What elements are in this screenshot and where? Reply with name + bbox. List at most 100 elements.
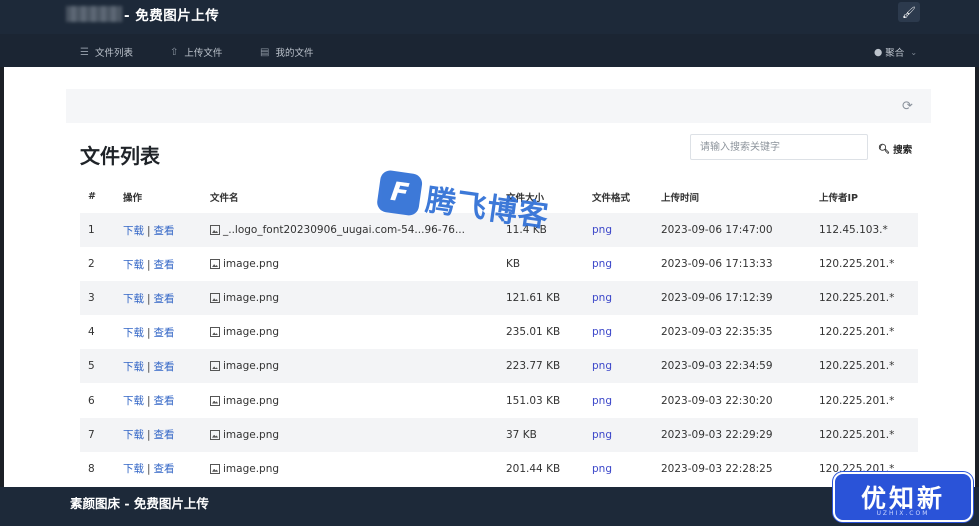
search-button[interactable]: 🔍︎ 搜索 [878,142,913,157]
image-file-icon [210,259,220,270]
action-separator: | [147,463,151,476]
cell-size: 235.01 KB [506,326,561,339]
cell-ip: 112.45.103.* [811,213,918,248]
cell-actions: 下载 | 查看 [115,452,202,486]
site-logo-blurred [66,6,122,22]
image-file-icon [210,429,220,440]
image-file-icon [210,395,220,406]
view-link[interactable]: 查看 [154,327,175,339]
cell-size: 121.61 KB [498,281,584,316]
filename-text: image.png [223,292,280,305]
search-button-label: 搜索 [893,145,913,156]
view-link[interactable]: 查看 [154,293,175,305]
download-link[interactable]: 下载 [123,429,144,441]
cell-actions: 下载 | 查看 [115,417,202,452]
app-title: - 免费图片上传 [124,8,220,24]
image-file-icon [210,463,220,474]
cell-index: 1 [80,213,115,248]
cell-size: 151.03 KB [506,394,561,407]
download-link[interactable]: 下载 [123,293,144,305]
nav-item-label: 上传文件 [184,48,223,59]
footer-text: 素颜图床 - 免费图片上传 [70,496,209,511]
action-separator: | [147,360,151,373]
cell-time: 2023-09-03 22:35:35 [661,326,773,339]
chevron-down-icon: ⌄ [910,47,918,57]
table-row: 3 下载 | 查看 image.png 121.61 KB png 2023-09-06 17… [80,281,918,316]
cell-index: 8 [88,462,95,475]
user-icon: ● [874,46,883,58]
cell-format: png [592,462,612,475]
cell-format: png [592,394,612,407]
card-header [66,89,931,123]
cell-filename: image.png [202,417,498,452]
action-separator: | [147,224,151,237]
cell-filename: image.png [202,247,498,281]
cell-actions: 下载 | 查看 [115,383,202,417]
paintbrush-icon: 🖌 [902,5,916,19]
cell-format: png [584,213,653,248]
filename-text: _..logo_font20230906_uugai.com-54...96-7… [223,224,465,237]
action-separator: | [147,395,151,408]
cell-ip: 120.225.201.* [819,326,895,339]
nav-item-upload[interactable]: ⇧ 上传文件 [170,45,223,60]
cell-size: KB [506,258,521,271]
view-link[interactable]: 查看 [154,225,175,237]
cell-time: 2023-09-03 22:28:25 [661,462,773,475]
badge-sub: UZHIX.COM [876,510,930,517]
cell-filename: image.png [202,452,498,486]
top-bar: - 免费图片上传 🖌 [0,0,979,34]
nav-item-label: 我的文件 [275,48,314,59]
image-file-icon [210,327,220,338]
view-link[interactable]: 查看 [154,463,175,475]
cell-ip: 120.225.201.* [811,281,918,316]
theme-button[interactable]: 🖌 [898,2,920,22]
download-link[interactable]: 下载 [123,361,144,373]
refresh-icon[interactable]: ⟳ [902,99,913,114]
col-header-index: # [88,191,96,202]
watermark-logo: F [375,169,424,217]
cell-index: 3 [80,281,115,316]
download-link[interactable]: 下载 [123,259,144,271]
download-link[interactable]: 下载 [123,327,144,339]
cell-index: 6 [88,394,95,407]
cell-filename: image.png [202,349,498,384]
view-link[interactable]: 查看 [154,395,175,407]
image-file-icon [210,361,220,372]
action-separator: | [147,326,151,339]
cell-format: png [592,326,612,339]
page-title: 文件列表 [80,144,160,168]
search-input[interactable] [690,134,868,160]
cell-actions: 下载 | 查看 [115,349,202,384]
view-link[interactable]: 查看 [154,361,175,373]
col-header-actions: 操作 [123,192,143,204]
cell-index: 2 [88,258,95,271]
table-row: 2 下载 | 查看 image.png KB png 2023-09-06 17:13:33 1… [80,247,918,281]
col-header-time: 上传时间 [661,192,700,204]
cell-size: 201.44 KB [506,462,561,475]
view-link[interactable]: 查看 [154,259,175,271]
cell-filename: image.png [202,383,498,417]
list-icon: ☰ [80,46,89,58]
nav-item-my-files[interactable]: ▤ 我的文件 [260,45,314,60]
image-file-icon [210,225,220,236]
action-separator: | [147,292,151,305]
table-row: 8 下载 | 查看 image.png 201.44 KB png 2023-09-03 22… [80,452,918,486]
nav-item-file-list[interactable]: ☰ 文件列表 [80,45,133,60]
filename-text: image.png [223,394,280,407]
cell-format: png [584,281,653,316]
filename-text: image.png [223,360,280,373]
download-link[interactable]: 下载 [123,463,144,475]
table-row: 4 下载 | 查看 image.png 235.01 KB png 2023-09-03 22… [80,315,918,349]
user-name: 聚合 [885,48,905,59]
download-link[interactable]: 下载 [123,225,144,237]
view-link[interactable]: 查看 [154,429,175,441]
download-link[interactable]: 下载 [123,395,144,407]
cell-time: 2023-09-06 17:12:39 [653,281,811,316]
upload-icon: ⇧ [170,46,179,58]
action-separator: | [147,429,151,442]
col-header-format: 文件格式 [592,192,631,204]
filename-text: image.png [223,258,280,271]
action-separator: | [147,258,151,271]
user-menu[interactable]: ● 聚合 ⌄ [874,45,918,60]
nav-item-label: 文件列表 [94,48,133,59]
